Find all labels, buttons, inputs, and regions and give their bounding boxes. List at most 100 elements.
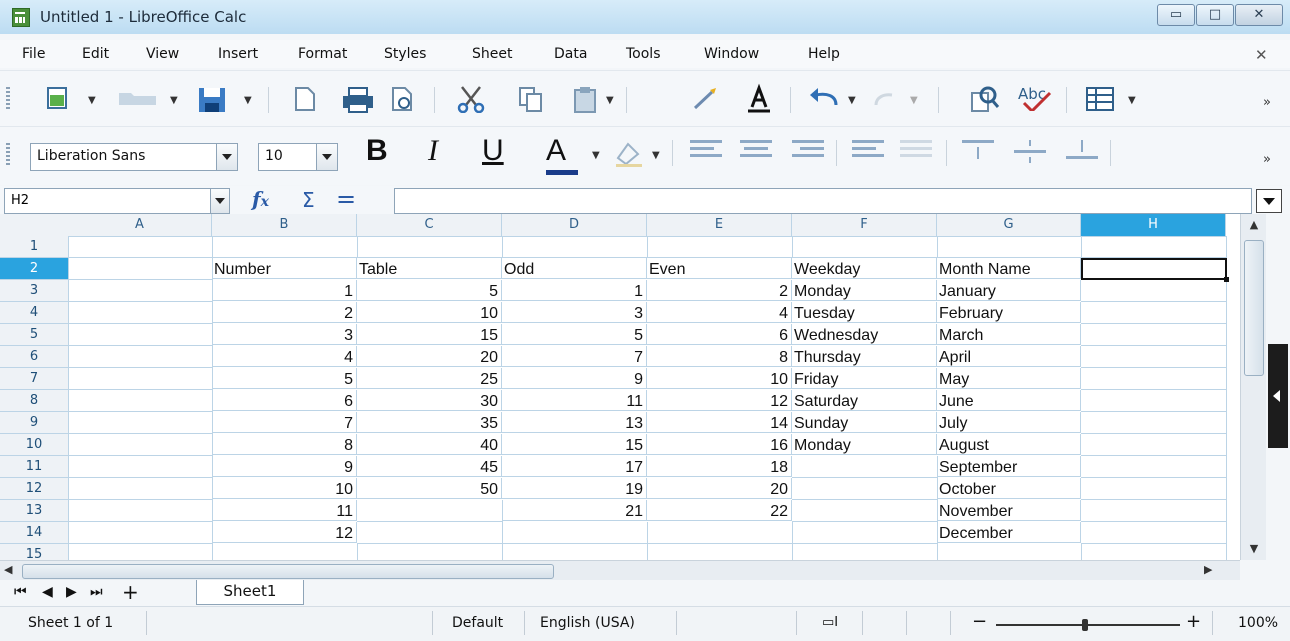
scroll-right-icon[interactable]: ▶ (1204, 563, 1212, 576)
column-header-c[interactable]: C (357, 214, 502, 237)
sheet-tab[interactable]: Sheet1 (196, 580, 304, 605)
menu-data[interactable]: Data (554, 46, 587, 62)
find-replace-icon[interactable] (968, 83, 1002, 113)
row-header-2[interactable]: 2 (0, 258, 69, 280)
save-icon[interactable] (196, 85, 230, 115)
highlight-dropdown-arrow[interactable]: ▼ (652, 150, 660, 161)
cell-b15[interactable] (212, 544, 358, 560)
row-header-11[interactable]: 11 (0, 456, 69, 478)
cell-e7[interactable]: 10 (647, 368, 792, 389)
new-spreadsheet-icon[interactable] (44, 84, 72, 114)
cell-g11[interactable]: September (937, 456, 1081, 477)
cell-e15[interactable] (647, 544, 793, 560)
cell-h5[interactable] (1081, 324, 1227, 346)
expand-formula-bar-icon[interactable] (1256, 189, 1282, 213)
cell-b2[interactable]: Number (212, 258, 357, 279)
text-language[interactable]: English (USA) (540, 615, 635, 631)
menu-window[interactable]: Window (704, 46, 759, 62)
cell-a11[interactable] (68, 456, 213, 478)
cut-icon[interactable] (454, 83, 488, 113)
cell-a5[interactable] (68, 324, 213, 346)
cell-f1[interactable] (792, 236, 938, 258)
clone-formatting-icon[interactable] (690, 84, 720, 114)
cell-c8[interactable]: 30 (357, 390, 502, 411)
cell-g5[interactable]: March (937, 324, 1081, 345)
cell-g15[interactable] (937, 544, 1082, 560)
column-header-a[interactable]: A (68, 214, 212, 237)
row-header-14[interactable]: 14 (0, 522, 69, 544)
redo-icon[interactable] (870, 83, 902, 113)
cell-f8[interactable]: Saturday (792, 390, 937, 411)
zoom-slider[interactable] (996, 624, 1180, 626)
close-button[interactable]: ✕ (1235, 4, 1283, 26)
row-column-icon[interactable] (1084, 84, 1116, 114)
cell-h15[interactable] (1081, 544, 1227, 560)
cell-h14[interactable] (1081, 522, 1227, 544)
copy-icon[interactable] (516, 84, 546, 114)
cell-a15[interactable] (68, 544, 213, 560)
cell-e2[interactable]: Even (647, 258, 792, 279)
cell-b6[interactable]: 4 (212, 346, 357, 367)
cell-f12[interactable] (792, 478, 938, 500)
cell-f6[interactable]: Thursday (792, 346, 937, 367)
row-header-8[interactable]: 8 (0, 390, 69, 412)
cell-f14[interactable] (792, 522, 938, 544)
row-header-15[interactable]: 15 (0, 544, 69, 560)
cell-f10[interactable]: Monday (792, 434, 937, 455)
paste-icon[interactable] (570, 84, 600, 114)
cell-e14[interactable] (647, 522, 793, 544)
cell-e5[interactable]: 6 (647, 324, 792, 345)
font-color-icon[interactable]: A (546, 134, 566, 168)
column-header-h[interactable]: H (1081, 214, 1226, 237)
cell-h12[interactable] (1081, 478, 1227, 500)
row-header-4[interactable]: 4 (0, 302, 69, 324)
cell-b12[interactable]: 10 (212, 478, 357, 499)
row-header-7[interactable]: 7 (0, 368, 69, 390)
scroll-left-icon[interactable]: ◀ (4, 563, 12, 576)
align-top-icon[interactable] (962, 140, 996, 164)
cell-c5[interactable]: 15 (357, 324, 502, 345)
function-wizard-icon[interactable]: fx (252, 187, 269, 211)
row-column-dropdown-arrow[interactable]: ▼ (1128, 95, 1136, 106)
cell-e9[interactable]: 14 (647, 412, 792, 433)
cell-c14[interactable] (357, 522, 503, 544)
cell-e1[interactable] (647, 236, 793, 258)
cell-e12[interactable]: 20 (647, 478, 792, 499)
vertical-scroll-thumb[interactable] (1244, 240, 1264, 376)
sidebar-toggle-icon[interactable] (1268, 344, 1288, 448)
cell-b10[interactable]: 8 (212, 434, 357, 455)
menu-edit[interactable]: Edit (82, 46, 109, 62)
column-header-e[interactable]: E (647, 214, 792, 237)
wrap-text-icon[interactable] (852, 140, 886, 164)
cell-c3[interactable]: 5 (357, 280, 502, 301)
cell-a4[interactable] (68, 302, 213, 324)
cell-b13[interactable]: 11 (212, 500, 357, 521)
page-style[interactable]: Default (452, 615, 503, 631)
cell-d8[interactable]: 11 (502, 390, 647, 411)
spelling-icon[interactable]: Abc (1016, 81, 1056, 111)
cell-b11[interactable]: 9 (212, 456, 357, 477)
italic-icon[interactable]: I (428, 134, 438, 168)
cell-g6[interactable]: April (937, 346, 1081, 367)
cell-f3[interactable]: Monday (792, 280, 937, 301)
horizontal-scrollbar[interactable]: ◀ ▶ (0, 560, 1240, 581)
paste-dropdown-arrow[interactable]: ▼ (606, 95, 614, 106)
cell-b7[interactable]: 5 (212, 368, 357, 389)
cell-a3[interactable] (68, 280, 213, 302)
column-header-d[interactable]: D (502, 214, 647, 237)
name-box[interactable]: H2 (4, 188, 230, 214)
row-header-10[interactable]: 10 (0, 434, 69, 456)
cell-c2[interactable]: Table (357, 258, 502, 279)
cell-d3[interactable]: 1 (502, 280, 647, 301)
cell-e11[interactable]: 18 (647, 456, 792, 477)
cell-a10[interactable] (68, 434, 213, 456)
cell-e6[interactable]: 8 (647, 346, 792, 367)
menu-help[interactable]: Help (808, 46, 840, 62)
cell-g10[interactable]: August (937, 434, 1081, 455)
last-sheet-icon[interactable]: ⏭ (90, 584, 103, 600)
cell-g8[interactable]: June (937, 390, 1081, 411)
cell-c15[interactable] (357, 544, 503, 560)
vertical-scrollbar[interactable]: ▲ ▼ (1240, 214, 1267, 560)
center-vertically-icon[interactable] (1014, 140, 1048, 164)
cell-a14[interactable] (68, 522, 213, 544)
